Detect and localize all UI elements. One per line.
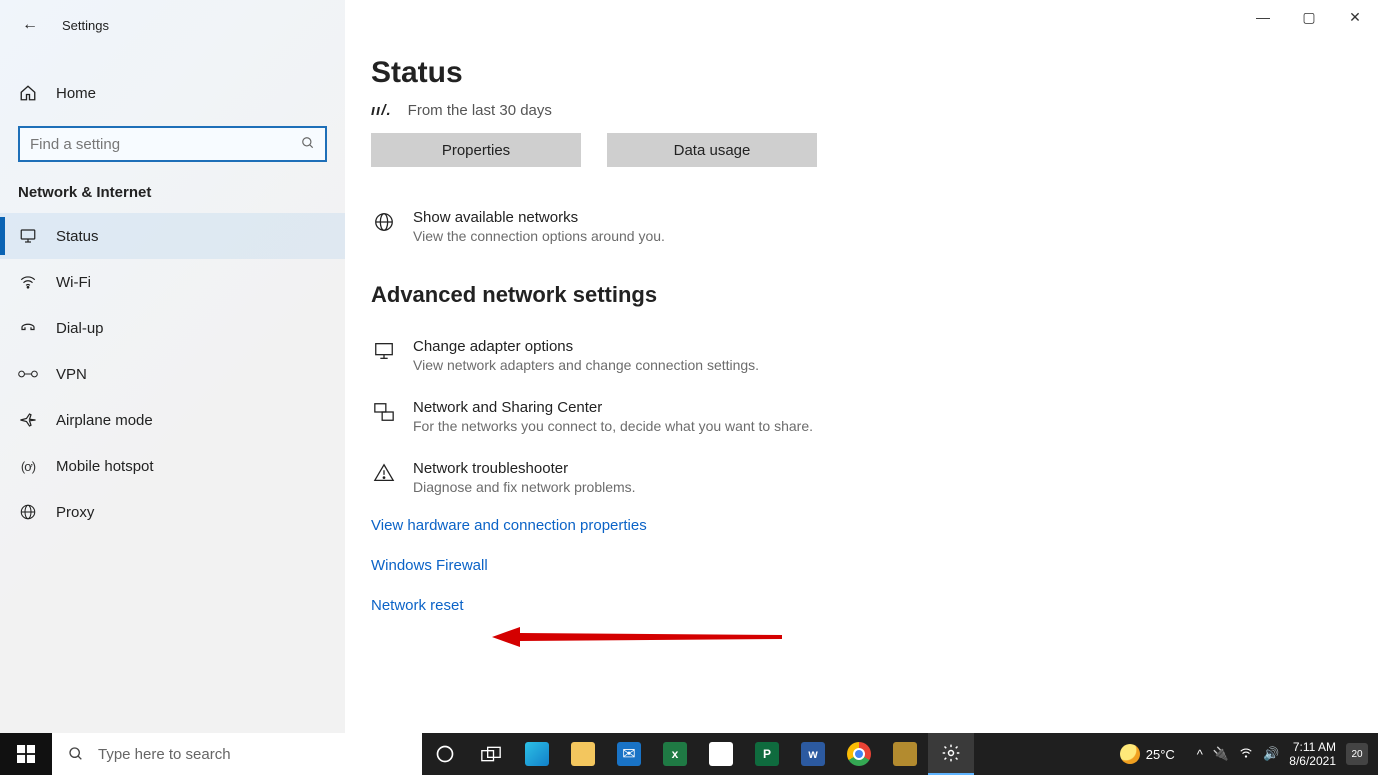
- advanced-heading: Advanced network settings: [371, 282, 1378, 308]
- clock-time: 7:11 AM: [1289, 740, 1336, 754]
- option-desc: For the networks you connect to, decide …: [413, 418, 813, 434]
- sidebar-item-airplane[interactable]: Airplane mode: [0, 397, 345, 443]
- sidebar-item-label: Status: [56, 228, 99, 245]
- taskbar-weather[interactable]: 25°C: [1120, 744, 1175, 764]
- adapter-options[interactable]: Change adapter options View network adap…: [371, 338, 1378, 373]
- action-center-icon[interactable]: 20: [1346, 743, 1368, 765]
- cortana-icon[interactable]: [422, 733, 468, 775]
- dialup-icon: [18, 319, 38, 337]
- sidebar-item-dialup[interactable]: Dial-up: [0, 305, 345, 351]
- page-title: Status: [371, 56, 1378, 90]
- taskbar-app-word[interactable]: w: [790, 733, 836, 775]
- taskbar-app-store[interactable]: 🛍: [698, 733, 744, 775]
- data-usage-button[interactable]: Data usage: [607, 133, 817, 167]
- search-input[interactable]: [30, 136, 301, 153]
- taskbar-app-publisher[interactable]: P: [744, 733, 790, 775]
- sharing-center-option[interactable]: Network and Sharing Center For the netwo…: [371, 399, 1378, 434]
- taskbar-app-settings[interactable]: [928, 733, 974, 775]
- sharing-icon: [371, 399, 397, 423]
- sidebar-category: Network & Internet: [0, 162, 345, 213]
- airplane-icon: [18, 411, 38, 429]
- weather-temp: 25°C: [1146, 747, 1175, 762]
- option-title: Show available networks: [413, 209, 665, 226]
- taskbar-search-placeholder: Type here to search: [98, 746, 231, 763]
- option-title: Change adapter options: [413, 338, 759, 355]
- tray-chevron-icon[interactable]: ^: [1197, 747, 1203, 762]
- home-icon: [18, 84, 38, 102]
- adapter-icon: [371, 338, 397, 362]
- sidebar-item-label: Mobile hotspot: [56, 458, 154, 475]
- globe-icon: [371, 209, 397, 233]
- taskbar-app-excel[interactable]: x: [652, 733, 698, 775]
- sidebar-item-wifi[interactable]: Wi-Fi: [0, 259, 345, 305]
- option-desc: View the connection options around you.: [413, 228, 665, 244]
- maximize-button[interactable]: ▢: [1286, 0, 1332, 34]
- usage-period-text: From the last 30 days: [408, 102, 552, 119]
- sidebar-item-hotspot[interactable]: (ơ) Mobile hotspot: [0, 443, 345, 489]
- search-icon: [301, 136, 315, 153]
- home-label: Home: [56, 85, 96, 102]
- option-desc: Diagnose and fix network problems.: [413, 479, 636, 495]
- sidebar-item-label: Wi-Fi: [56, 274, 91, 291]
- option-title: Network and Sharing Center: [413, 399, 813, 416]
- taskbar-app-explorer[interactable]: [560, 733, 606, 775]
- option-title: Network troubleshooter: [413, 460, 636, 477]
- sidebar: ← Settings Home Network & Internet Statu…: [0, 0, 345, 733]
- link-windows-firewall[interactable]: Windows Firewall: [371, 557, 488, 574]
- sidebar-item-proxy[interactable]: Proxy: [0, 489, 345, 535]
- globe-icon: [18, 503, 38, 521]
- taskbar-search[interactable]: Type here to search: [52, 733, 422, 775]
- show-networks-option[interactable]: Show available networks View the connect…: [371, 209, 1378, 244]
- main-content: Status ıı/. From the last 30 days Proper…: [345, 0, 1378, 733]
- tray-power-icon[interactable]: 🔌: [1213, 746, 1229, 762]
- sidebar-home[interactable]: Home: [0, 70, 345, 116]
- tray-volume-icon[interactable]: 🔊: [1263, 746, 1279, 762]
- app-title: Settings: [62, 18, 109, 33]
- sidebar-item-vpn[interactable]: VPN: [0, 351, 345, 397]
- back-button[interactable]: ←: [22, 16, 38, 34]
- troubleshooter-option[interactable]: Network troubleshooter Diagnose and fix …: [371, 460, 1378, 495]
- taskbar-clock[interactable]: 7:11 AM 8/6/2021: [1289, 740, 1336, 769]
- vpn-icon: [18, 367, 38, 381]
- close-button[interactable]: ✕: [1332, 0, 1378, 34]
- minimize-button[interactable]: —: [1240, 0, 1286, 34]
- sidebar-item-label: Airplane mode: [56, 412, 153, 429]
- link-hardware-properties[interactable]: View hardware and connection properties: [371, 517, 647, 534]
- sidebar-item-label: Proxy: [56, 504, 94, 521]
- properties-button[interactable]: Properties: [371, 133, 581, 167]
- settings-search[interactable]: [18, 126, 327, 162]
- hotspot-icon: (ơ): [18, 459, 38, 474]
- sidebar-item-label: VPN: [56, 366, 87, 383]
- wifi-icon: [18, 273, 38, 291]
- taskbar: Type here to search ✉ x 🛍 P w 25°C ^ 🔌 🔊…: [0, 733, 1378, 775]
- taskbar-app-edge[interactable]: [514, 733, 560, 775]
- taskbar-app-generic[interactable]: [882, 733, 928, 775]
- task-view-icon[interactable]: [468, 733, 514, 775]
- sidebar-item-status[interactable]: Status: [0, 213, 345, 259]
- taskbar-app-chrome[interactable]: [836, 733, 882, 775]
- sidebar-item-label: Dial-up: [56, 320, 104, 337]
- weather-icon: [1120, 744, 1140, 764]
- option-desc: View network adapters and change connect…: [413, 357, 759, 373]
- tray-wifi-icon[interactable]: [1239, 746, 1253, 763]
- monitor-icon: [18, 227, 38, 245]
- clock-date: 8/6/2021: [1289, 754, 1336, 768]
- warning-icon: [371, 460, 397, 484]
- start-button[interactable]: [0, 733, 52, 775]
- link-network-reset[interactable]: Network reset: [371, 597, 464, 614]
- meter-icon: ıı/.: [371, 102, 392, 119]
- taskbar-app-mail[interactable]: ✉: [606, 733, 652, 775]
